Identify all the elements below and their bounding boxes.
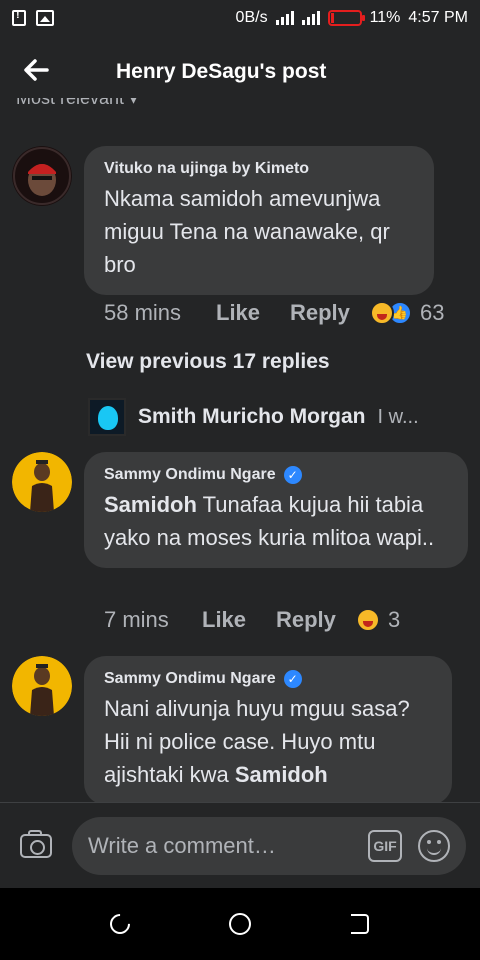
comment-text: Samidoh Tunafaa kujua hii tabia yako na … xyxy=(104,492,435,550)
battery-percent: 11% xyxy=(369,9,401,26)
comment-actions: 7 mins Like Reply 3 xyxy=(104,607,400,633)
recent-apps-icon xyxy=(105,909,135,939)
verified-badge-icon: ✓ xyxy=(283,466,302,484)
page-title: Henry DeSagu's post xyxy=(116,60,327,83)
mention-link[interactable]: Samidoh xyxy=(104,492,197,517)
signal-icon xyxy=(275,11,294,25)
camera-icon xyxy=(20,829,52,858)
comment-author[interactable]: Vituko na ujinga by Kimeto xyxy=(104,160,414,178)
mention-link[interactable]: Samidoh xyxy=(235,762,328,787)
comment-time: 58 mins xyxy=(104,300,182,325)
reply-button[interactable]: Reply xyxy=(276,607,356,633)
comment-bubble[interactable]: Vituko na ujinga by Kimeto Nkama samidoh… xyxy=(84,146,434,295)
comment-text: Nkama samidoh amevunjwa miguu Tena na wa… xyxy=(104,186,390,277)
sim-alert-icon xyxy=(12,9,26,26)
reaction-count: 3 xyxy=(388,607,401,632)
camera-button[interactable] xyxy=(0,803,72,889)
reactions-summary[interactable]: 👍 63 xyxy=(370,300,444,326)
gif-button[interactable]: GIF xyxy=(368,830,402,862)
comment-time: 7 mins xyxy=(104,607,169,632)
comment-author[interactable]: Sammy Ondimu Ngare ✓ xyxy=(104,466,448,484)
reply-preview[interactable]: Smith Muricho Morgan I w... xyxy=(88,398,468,436)
reply-snippet: I w... xyxy=(377,405,419,428)
image-notification-icon xyxy=(36,10,54,26)
comment-bubble[interactable]: Sammy Ondimu Ngare ✓ Samidoh Tunafaa kuj… xyxy=(84,452,468,568)
comment-author[interactable]: Sammy Ondimu Ngare ✓ xyxy=(104,670,432,688)
back-button[interactable] xyxy=(0,36,72,108)
recent-apps-button[interactable] xyxy=(96,900,144,948)
reply-button[interactable]: Reply xyxy=(290,300,370,326)
view-previous-replies[interactable]: View previous 17 replies xyxy=(86,350,330,374)
comment-bubble[interactable]: Sammy Ondimu Ngare ✓ Nani alivunja huyu … xyxy=(84,656,452,805)
like-button[interactable]: Like xyxy=(216,300,290,326)
header: Henry DeSagu's post xyxy=(0,36,480,108)
status-bar: 0B/s 11% 4:57 PM xyxy=(0,0,480,36)
comment-input-container[interactable]: GIF xyxy=(72,817,466,875)
signal-icon-2 xyxy=(301,11,320,25)
comment-text: Nani alivunja huyu mguu sasa? Hii ni pol… xyxy=(104,696,410,787)
avatar[interactable] xyxy=(12,146,72,206)
comment-composer: GIF xyxy=(0,802,480,888)
home-button[interactable] xyxy=(216,900,264,948)
home-icon xyxy=(229,913,251,935)
comment-input[interactable] xyxy=(88,833,358,859)
verified-badge-icon: ✓ xyxy=(283,670,302,688)
like-button[interactable]: Like xyxy=(202,607,276,633)
back-icon xyxy=(351,914,369,934)
clock: 4:57 PM xyxy=(408,9,468,26)
avatar xyxy=(88,398,126,436)
haha-reaction-icon xyxy=(356,608,380,632)
avatar[interactable] xyxy=(12,656,72,716)
emoji-icon[interactable] xyxy=(418,830,450,862)
battery-icon xyxy=(327,10,365,26)
system-navigation-bar xyxy=(0,888,480,960)
network-speed: 0B/s xyxy=(235,9,268,26)
reactions-summary[interactable]: 3 xyxy=(356,607,400,633)
comment-actions: 58 mins Like Reply 👍 63 xyxy=(104,300,444,326)
arrow-left-icon xyxy=(23,55,49,89)
system-back-button[interactable] xyxy=(336,900,384,948)
reply-author: Smith Muricho Morgan xyxy=(138,405,366,428)
reaction-count: 63 xyxy=(420,300,445,325)
haha-reaction-icon xyxy=(370,301,394,325)
avatar[interactable] xyxy=(12,452,72,512)
